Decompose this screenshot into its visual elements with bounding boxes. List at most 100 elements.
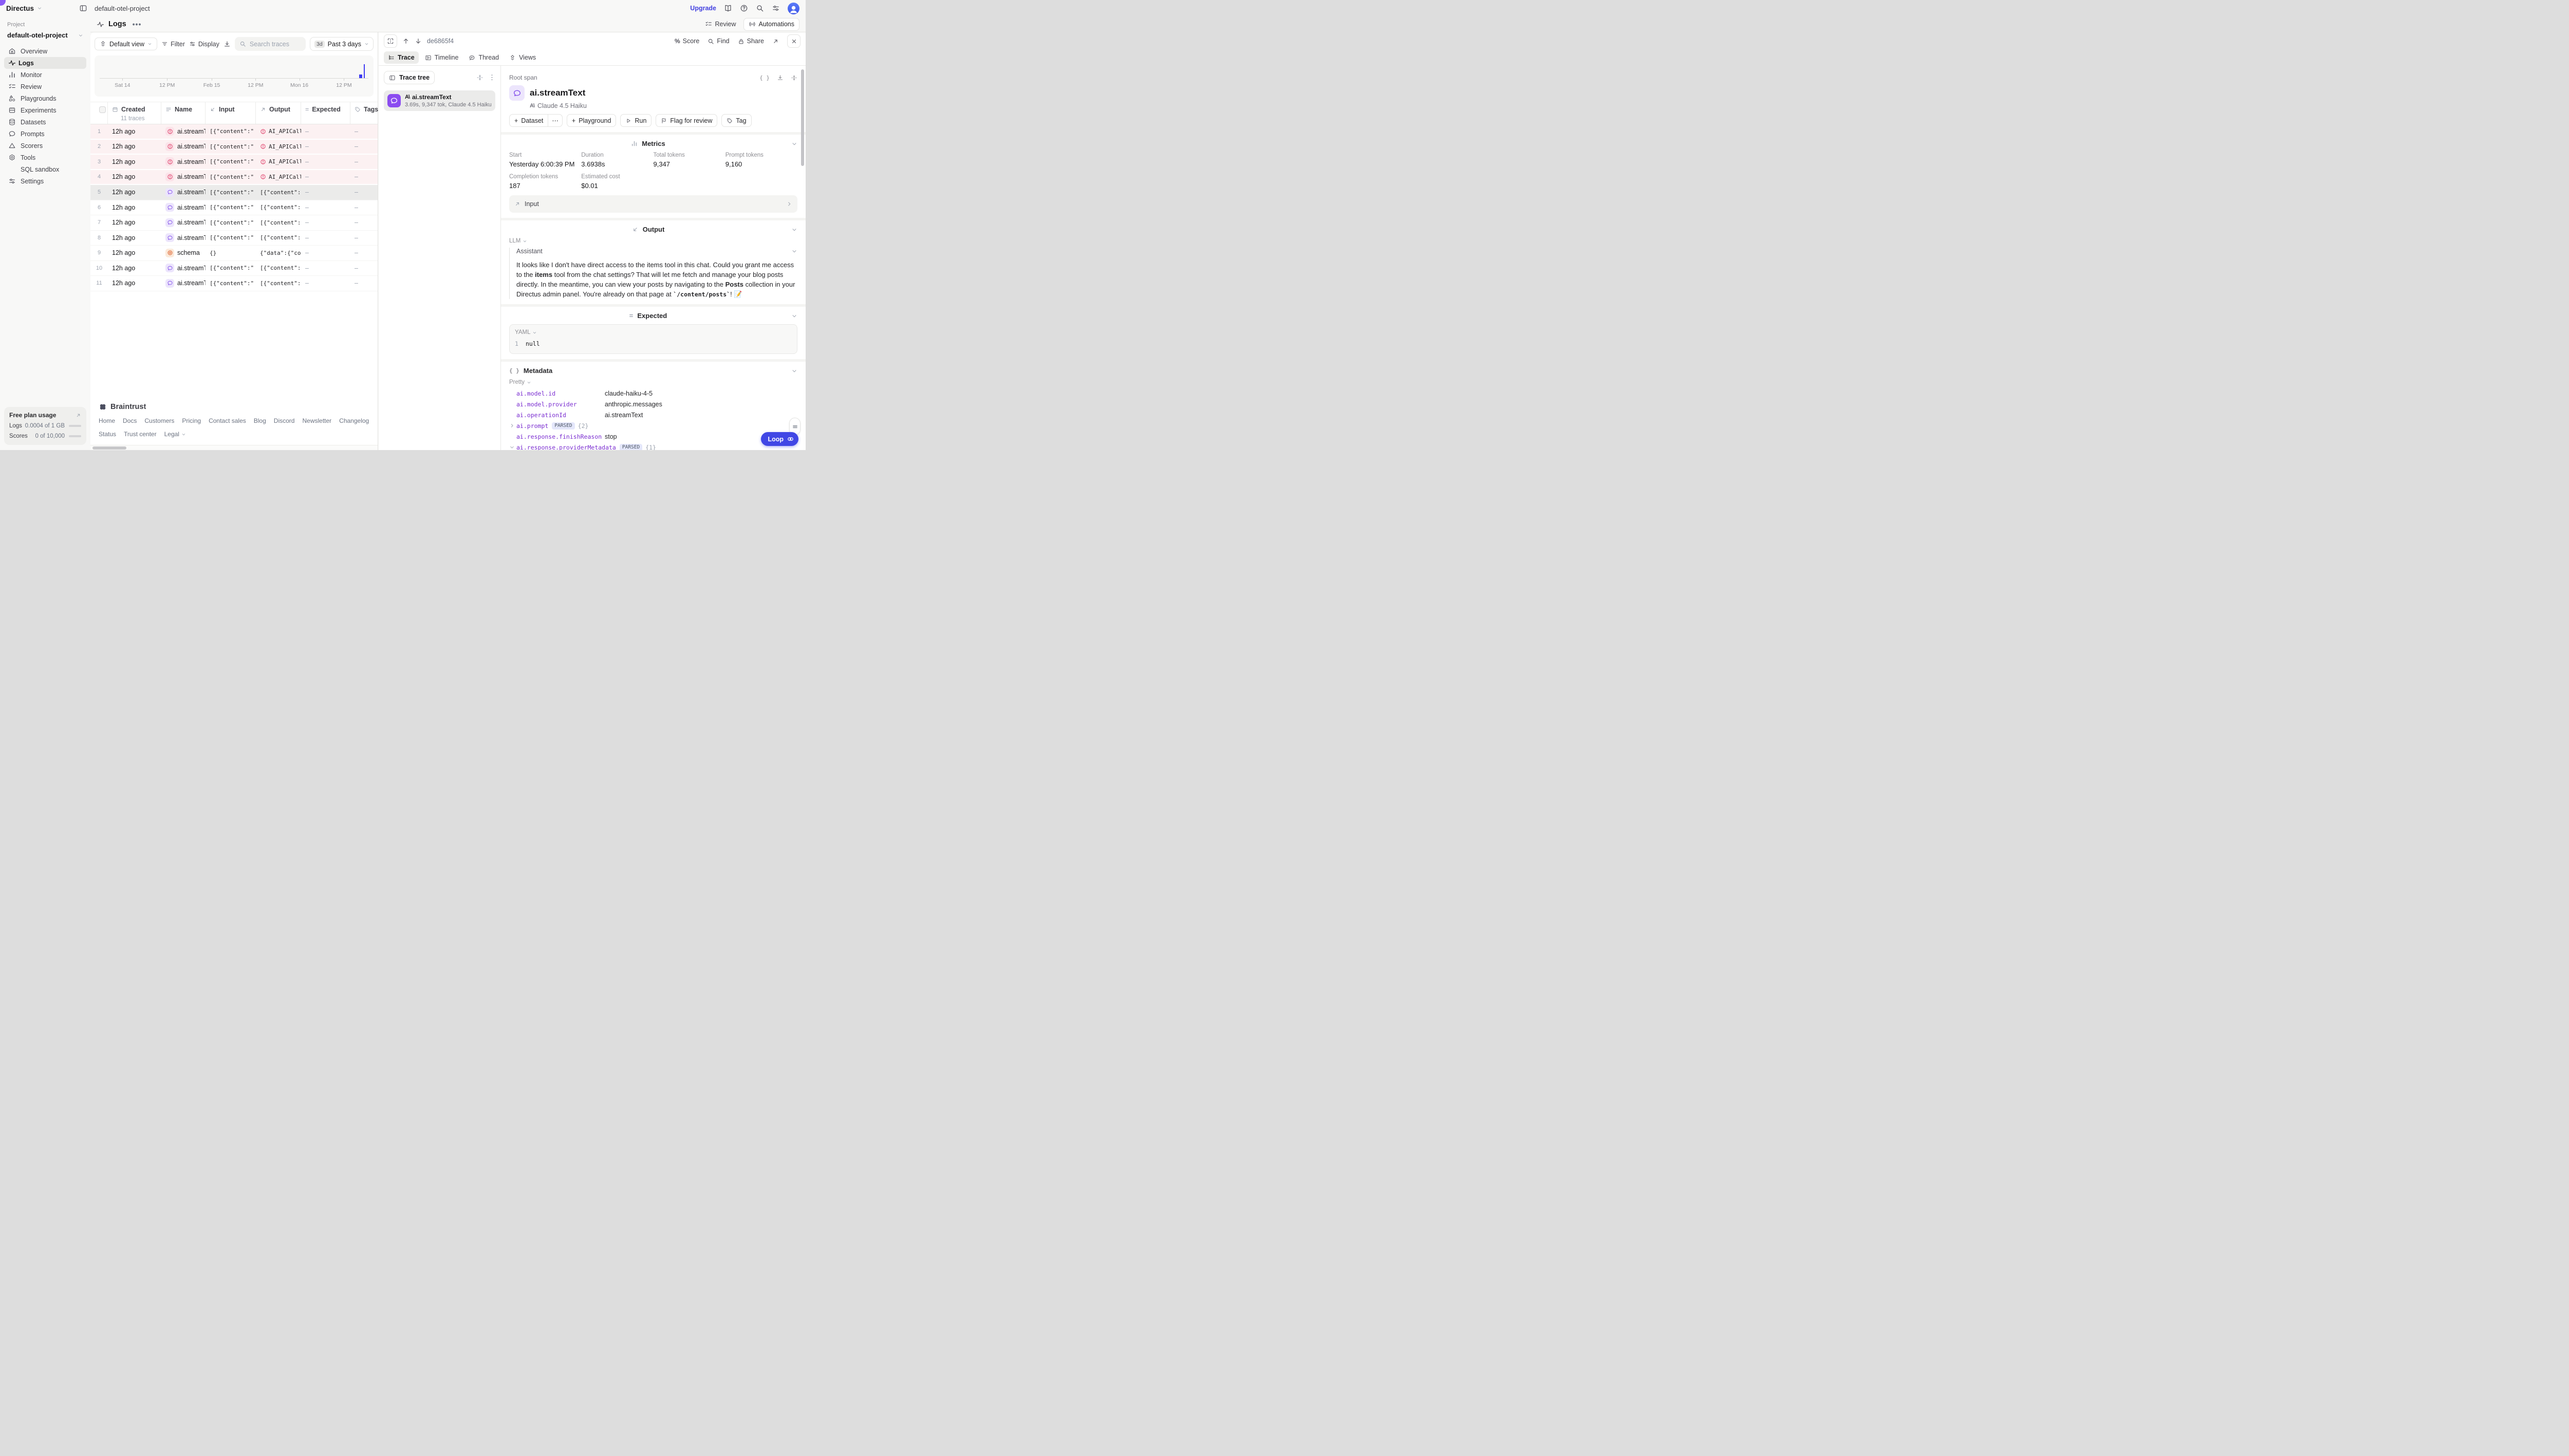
select-all-checkbox[interactable]	[99, 106, 106, 113]
expand-trace-button[interactable]	[384, 34, 397, 48]
metadata-row-ai-model-provider[interactable]: ai.model.provider anthropic.messages	[509, 399, 797, 409]
download-span-icon[interactable]	[777, 74, 784, 81]
output-format-selector[interactable]: LLM	[509, 238, 797, 244]
metadata-row-ai-prompt[interactable]: ai.prompt PARSED {2}	[509, 420, 797, 431]
view-selector[interactable]: Default view	[95, 38, 157, 50]
flag-for-review-button[interactable]: Flag for review	[656, 114, 717, 127]
upgrade-link[interactable]: Upgrade	[690, 5, 716, 12]
time-range-selector[interactable]: 3d Past 3 days	[310, 37, 374, 51]
table-row-8[interactable]: 8 12h ago ai.streamT… [{"content":" … [{…	[90, 231, 378, 246]
column-header-output[interactable]: Output	[256, 102, 301, 124]
metadata-section-header[interactable]: { } Metadata	[509, 367, 797, 375]
table-row-11[interactable]: 11 12h ago ai.streamT… [{"content":" … […	[90, 276, 378, 291]
column-header-input[interactable]: Input	[206, 102, 256, 124]
avatar[interactable]	[788, 3, 799, 14]
expected-section-header[interactable]: = Expected	[509, 312, 797, 320]
usage-card[interactable]: Free plan usage Logs 0.0004 of 1 GB Scor…	[4, 407, 86, 445]
table-row-7[interactable]: 7 12h ago ai.streamT… [{"content":" … [{…	[90, 215, 378, 231]
score-button[interactable]: %Score	[675, 38, 699, 45]
traces-histogram[interactable]: Sat 14 12 PM Feb 15 12 PM Mon 16 12 PM	[95, 55, 374, 97]
docs-icon[interactable]	[724, 4, 732, 12]
trace-tree-toggle[interactable]: Trace tree	[384, 71, 435, 84]
project-selector[interactable]: default-otel-project	[7, 31, 83, 39]
sidebar-item-tools[interactable]: Tools	[4, 152, 86, 163]
loop-button[interactable]: Loop	[761, 432, 798, 446]
collapse-all-icon[interactable]	[476, 74, 483, 81]
output-section-header[interactable]: Output	[509, 226, 797, 233]
help-icon[interactable]	[740, 4, 748, 12]
footer-link-docs[interactable]: Docs	[123, 417, 137, 424]
table-row-5[interactable]: 5 12h ago ai.streamT… [{"content":" … [{…	[90, 185, 378, 200]
footer-link-newsletter[interactable]: Newsletter	[302, 417, 331, 424]
sidebar-item-settings[interactable]: Settings	[4, 175, 86, 187]
footer-link-contact-sales[interactable]: Contact sales	[209, 417, 246, 424]
vertical-scrollbar-thumb[interactable]	[801, 69, 804, 166]
collapse-sections-icon[interactable]	[791, 74, 797, 81]
footer-link-pricing[interactable]: Pricing	[182, 417, 201, 424]
tab-trace[interactable]: Trace	[384, 51, 419, 64]
metadata-expand-icon[interactable]	[509, 423, 516, 428]
footer-brand[interactable]: Braintrust	[99, 403, 373, 411]
table-row-4[interactable]: 4 12h ago ai.streamT… [{"content":" … AI…	[90, 170, 378, 185]
table-row-10[interactable]: 10 12h ago ai.streamT… [{"content":" … […	[90, 261, 378, 276]
horizontal-scrollbar-thumb[interactable]	[92, 446, 126, 450]
metadata-row-ai-model-id[interactable]: ai.model.id claude-haiku-4-5	[509, 388, 797, 399]
json-view-icon[interactable]: { }	[759, 74, 770, 81]
search-icon[interactable]	[756, 4, 764, 12]
table-row-6[interactable]: 6 12h ago ai.streamT… [{"content":" … [{…	[90, 200, 378, 216]
table-row-2[interactable]: 2 12h ago ai.streamT… [{"content":" … AI…	[90, 140, 378, 155]
sidebar-item-monitor[interactable]: Monitor	[4, 69, 86, 81]
sidebar-item-logs[interactable]: Logs	[4, 57, 86, 69]
tree-menu-icon[interactable]: ⋮	[489, 73, 495, 82]
footer-link-trust-center[interactable]: Trust center	[124, 431, 157, 438]
share-button[interactable]: Share	[738, 38, 764, 45]
column-header-created[interactable]: Created 11 traces	[108, 102, 161, 124]
next-trace-icon[interactable]	[415, 38, 422, 45]
footer-link-customers[interactable]: Customers	[144, 417, 174, 424]
column-header-name[interactable]: Name	[161, 102, 206, 124]
metadata-format-selector[interactable]: Pretty	[509, 379, 797, 385]
horizontal-scrollbar[interactable]	[90, 445, 378, 450]
sidebar-item-prompts[interactable]: Prompts	[4, 128, 86, 140]
dataset-more-button[interactable]: ⋯	[548, 114, 563, 127]
tag-button[interactable]: Tag	[721, 114, 751, 127]
previous-trace-icon[interactable]	[402, 38, 409, 45]
select-all-cell[interactable]	[90, 102, 108, 124]
column-header-tags[interactable]: Tags	[350, 102, 378, 124]
footer-link-home[interactable]: Home	[99, 417, 115, 424]
review-button[interactable]: Review	[705, 21, 736, 28]
sidebar-item-scorers[interactable]: Scorers	[4, 140, 86, 152]
metadata-row-ai-response-finishreason[interactable]: ai.response.finishReason stop	[509, 431, 797, 442]
page-menu-button[interactable]: •••	[133, 20, 142, 28]
sidebar-item-datasets[interactable]: Datasets	[4, 116, 86, 128]
sidebar-item-experiments[interactable]: Experiments	[4, 104, 86, 116]
sidebar-item-playgrounds[interactable]: Playgrounds	[4, 92, 86, 104]
metadata-row-ai-operationid[interactable]: ai.operationId ai.streamText	[509, 409, 797, 420]
column-header-expected[interactable]: =Expected	[301, 102, 350, 124]
preferences-icon[interactable]	[772, 4, 780, 12]
sidebar-item-overview[interactable]: Overview	[4, 45, 86, 57]
automations-button[interactable]: Automations	[743, 18, 799, 31]
close-panel-button[interactable]	[787, 34, 801, 48]
search-traces-input[interactable]: Search traces	[235, 37, 306, 51]
collapse-sidebar-icon[interactable]	[79, 4, 87, 12]
metrics-section-header[interactable]: Metrics	[509, 140, 797, 147]
chevron-down-icon[interactable]	[791, 248, 797, 254]
footer-link-legal[interactable]: Legal	[164, 431, 186, 438]
run-button[interactable]: Run	[620, 114, 651, 127]
footer-link-changelog[interactable]: Changelog	[339, 417, 369, 424]
find-button[interactable]: Find	[708, 38, 729, 45]
sidebar-item-sql-sandbox[interactable]: SQL sandbox	[4, 163, 86, 175]
org-switcher[interactable]: Directus	[6, 5, 42, 12]
table-row-1[interactable]: 1 12h ago ai.streamT… [{"content":" … AI…	[90, 124, 378, 140]
footer-link-discord[interactable]: Discord	[274, 417, 295, 424]
table-row-9[interactable]: 9 12h ago schema {} {"data":{"col… – –	[90, 246, 378, 261]
trace-tree-item-selected[interactable]: A\ ai.streamText 3.69s, 9,347 tok, Claud…	[384, 90, 495, 111]
filter-button[interactable]: Filter	[161, 41, 185, 48]
display-button[interactable]: Display	[189, 41, 219, 48]
footer-link-blog[interactable]: Blog	[254, 417, 266, 424]
add-playground-button[interactable]: +Playground	[567, 114, 617, 127]
footer-link-status[interactable]: Status	[99, 431, 116, 438]
tab-timeline[interactable]: Timeline	[421, 51, 463, 64]
metadata-expand-icon[interactable]	[509, 444, 516, 450]
